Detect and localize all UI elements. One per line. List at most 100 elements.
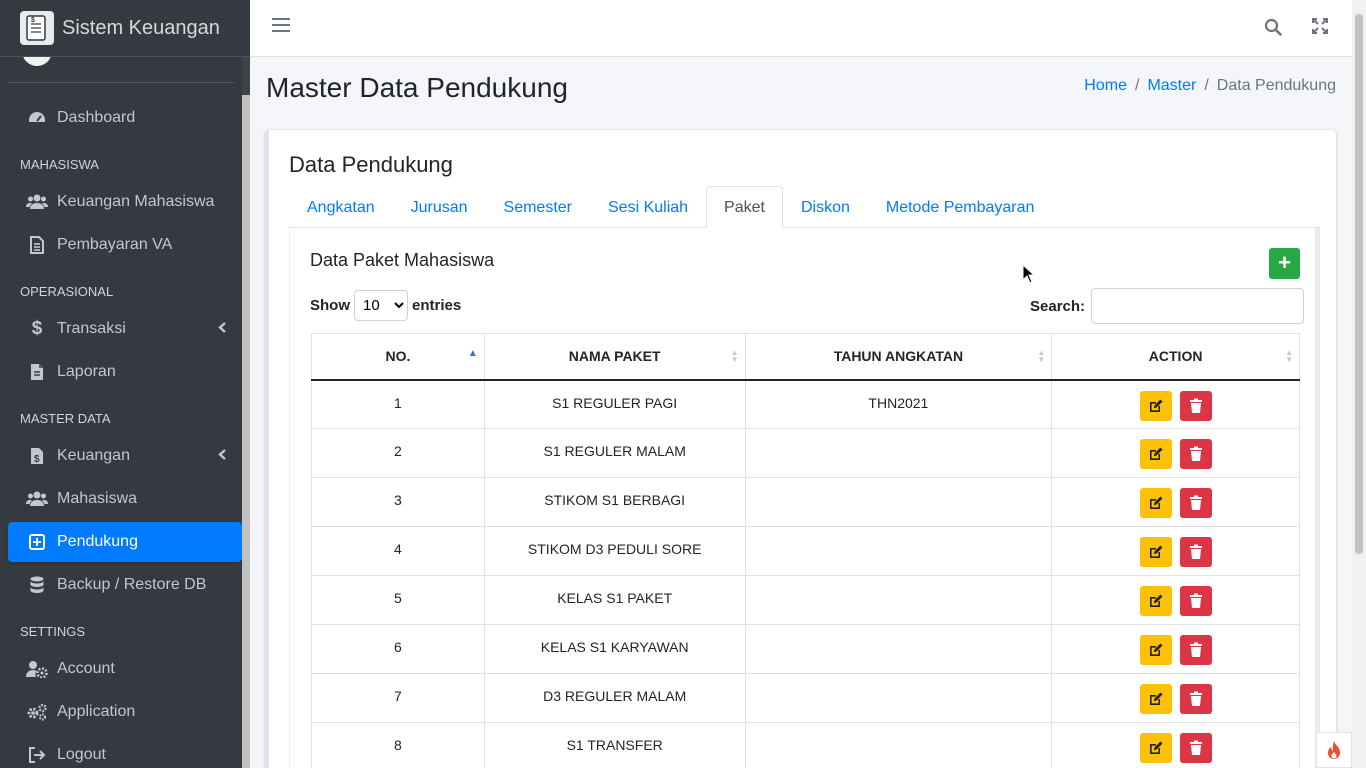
users-icon [26,194,48,210]
chevron-left-icon [218,449,226,463]
paket-panel: Data Paket Mahasiswa + Show 10 entries S… [289,228,1320,768]
sidebar-item-pendukung[interactable]: Pendukung [8,522,242,562]
tab-metode-pembayaran[interactable]: Metode Pembayaran [868,186,1053,228]
sidebar-item-pembayaran-va[interactable]: Pembayaran VA [8,225,242,265]
file-dollar-icon: $ [26,447,48,465]
edit-button[interactable] [1139,488,1172,518]
sidebar-item-label: Application [57,703,136,720]
breadcrumb-separator: / [1204,77,1209,94]
sidebar-item-label: Backup / Restore DB [57,576,207,593]
sidebar-item-label: Keuangan Mahasiswa [57,193,215,210]
sidebar-item-application[interactable]: Application [8,692,242,732]
cell-action [1051,379,1300,429]
breadcrumb-separator: / [1134,77,1140,94]
breadcrumb-master[interactable]: Master [1147,77,1196,95]
tab-angkatan[interactable]: Angkatan [289,186,393,228]
flame-icon[interactable] [1316,732,1352,768]
edit-button[interactable] [1139,586,1172,616]
breadcrumb-home[interactable]: Home [1084,77,1127,95]
menu-toggle-icon[interactable] [272,18,290,36]
panel-title: Data Paket Mahasiswa [310,250,495,270]
sidebar-item-backup-restore-db[interactable]: Backup / Restore DB [8,565,242,605]
cell-action [1051,673,1300,723]
tab-semester[interactable]: Semester [486,186,590,228]
table-row: 4 STIKOM D3 PEDULI SORE [311,526,1300,576]
column-header-nama-paket[interactable]: NAMA PAKET ▲ ▼ [483,333,746,381]
table-row: 8 S1 TRANSFER [311,722,1300,768]
sidebar-item-dashboard[interactable]: Dashboard [8,98,242,138]
show-label: Show [310,297,350,314]
sidebar-item-account[interactable]: Account [8,649,242,689]
cell-action [1051,526,1300,576]
sidebar-item-logout[interactable]: Logout [8,735,242,768]
edit-button[interactable] [1139,635,1172,665]
cell-action [1051,477,1300,527]
sidebar-item-label: Transaksi [57,320,126,337]
page-size-select[interactable]: 10 [354,290,408,321]
cell-no: 5 [311,575,485,625]
card-title: Data Pendukung [289,152,453,177]
table-row: 3 STIKOM S1 BERBAGI [311,477,1300,527]
cell-no: 8 [311,722,485,768]
plus-square-icon [26,534,48,550]
svg-text:$: $ [34,454,40,465]
sidebar-item-label: Dashboard [57,109,136,126]
paket-table: NO. ▲ NAMA PAKET ▲ ▼ TAHUN ANGKATAN ▲ ▼ ACTIO… [311,333,1300,768]
cell-no: 4 [311,526,485,576]
sidebar-scrollbar[interactable] [242,57,250,768]
data-pendukung-card: Data Pendukung Angkatan Jurusan Semester Se… [265,130,1336,768]
edit-button[interactable] [1139,684,1172,714]
sidebar-nav: Dashboard MAHASISWA Keuangan Mahasiswa Pemb… [8,98,242,768]
tab-jurusan[interactable]: Jurusan [393,186,486,228]
file-icon [26,363,48,381]
edit-button[interactable] [1139,439,1172,469]
sidebar: $ Sistem Keuangan Dashboard MAHASISWA Keua… [0,0,250,768]
cell-no: 6 [311,624,485,674]
edit-button[interactable] [1139,733,1172,763]
delete-button[interactable] [1179,684,1212,714]
sidebar-item-laporan[interactable]: Laporan [8,352,242,392]
sidebar-item-keuangan-mahasiswa[interactable]: Keuangan Mahasiswa [8,182,242,222]
cell-nama-paket: STIKOM D3 PEDULI SORE [483,526,746,576]
sidebar-item-transaksi[interactable]: $ Transaksi [8,309,242,349]
column-header-no[interactable]: NO. ▲ [311,333,485,381]
add-paket-button[interactable]: + [1269,248,1300,279]
cell-no: 2 [311,428,485,478]
delete-button[interactable] [1179,488,1212,518]
tab-diskon[interactable]: Diskon [783,186,868,228]
delete-button[interactable] [1179,586,1212,616]
delete-button[interactable] [1179,733,1212,763]
search-input[interactable] [1091,288,1305,324]
fullscreen-icon[interactable] [1312,18,1328,39]
top-navbar [250,0,1352,57]
sidebar-item-label: Laporan [57,363,116,380]
dollar-icon: $ [31,318,43,339]
delete-button[interactable] [1179,537,1212,567]
entries-label: entries [412,297,462,314]
cell-nama-paket: D3 REGULER MALAM [483,673,746,723]
column-header-tahun-angkatan[interactable]: TAHUN ANGKATAN ▲ ▼ [744,333,1053,381]
nav-header: MAHASISWA [20,157,99,172]
tab-sesi-kuliah[interactable]: Sesi Kuliah [590,186,706,228]
search-icon[interactable] [1264,18,1282,41]
nav-header: OPERASIONAL [20,284,114,299]
brand-link[interactable]: $ Sistem Keuangan [0,0,250,57]
column-header-action[interactable]: ACTION ▲ ▼ [1051,333,1300,381]
delete-button[interactable] [1179,390,1212,421]
delete-button[interactable] [1179,439,1212,469]
tab-paket[interactable]: Paket [706,186,783,228]
sidebar-item-label: Pembayaran VA [57,236,173,253]
delete-button[interactable] [1179,635,1212,665]
sidebar-item-keuangan[interactable]: $ Keuangan [8,436,242,476]
sidebar-item-mahasiswa[interactable]: Mahasiswa [8,479,242,519]
sidebar-item-label: Account [57,660,115,677]
sidebar-item-label: Logout [57,746,106,763]
edit-button[interactable] [1139,537,1172,567]
nav-header: MASTER DATA [20,411,111,426]
edit-button[interactable] [1139,390,1172,421]
cell-tahun-angkatan [744,526,1053,576]
cell-tahun-angkatan: THN2021 [744,379,1053,429]
sidebar-item-label: Pendukung [57,533,138,550]
page-scrollbar[interactable] [1352,0,1366,768]
cell-tahun-angkatan [744,428,1053,478]
